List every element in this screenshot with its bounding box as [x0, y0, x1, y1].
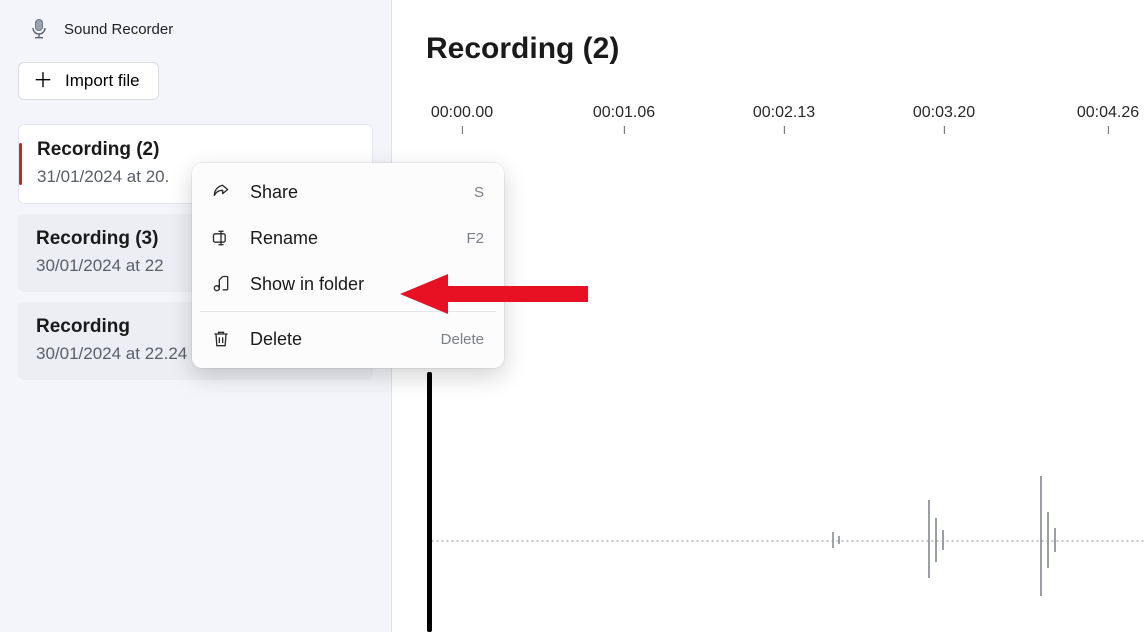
waveform-bar	[1047, 512, 1049, 568]
recording-name: Recording (2)	[37, 139, 354, 161]
import-file-button[interactable]: ＋ Import file	[18, 62, 159, 100]
recording-date: 31/01/2024 at 20.	[37, 167, 169, 187]
tick-mark-icon	[1108, 126, 1109, 134]
waveform-bar	[1054, 528, 1056, 552]
waveform-bar	[1040, 476, 1042, 596]
share-icon	[210, 181, 232, 203]
timeline-tick: 00:01.06	[593, 104, 655, 121]
context-menu-share[interactable]: Share S	[192, 169, 504, 215]
plus-icon: ＋	[33, 71, 53, 91]
microphone-icon	[30, 18, 48, 40]
app-header: Sound Recorder	[18, 18, 373, 40]
waveform-bar	[942, 530, 944, 550]
context-menu-label: Delete	[250, 329, 423, 350]
context-menu-label: Rename	[250, 228, 448, 249]
tick-mark-icon	[944, 126, 945, 134]
trash-icon	[210, 328, 232, 350]
recording-date: 30/01/2024 at 22	[36, 256, 164, 276]
timeline-tick: 00:04.26	[1077, 104, 1139, 121]
timeline-tick: 00:02.13	[753, 104, 815, 121]
waveform-bar	[838, 536, 840, 544]
main-panel: Recording (2) 00:00.00 00:01.06 00:02.13…	[392, 0, 1145, 632]
import-file-label: Import file	[65, 71, 140, 91]
waveform-baseline	[430, 540, 1145, 542]
context-menu-shortcut: S	[474, 184, 484, 201]
context-menu-label: Show in folder	[250, 274, 466, 295]
rename-icon	[210, 227, 232, 249]
playhead[interactable]	[427, 372, 432, 632]
app-title: Sound Recorder	[64, 21, 173, 38]
timeline-tick: 00:03.20	[913, 104, 975, 121]
tick-mark-icon	[784, 126, 785, 134]
folder-icon	[210, 273, 232, 295]
tick-mark-icon	[624, 126, 625, 134]
page-title: Recording (2)	[426, 32, 1145, 66]
context-menu-rename[interactable]: Rename F2	[192, 215, 504, 261]
context-menu-label: Share	[250, 182, 456, 203]
context-menu-separator	[200, 311, 496, 312]
timeline-tick: 00:00.00	[431, 104, 493, 121]
context-menu-show-in-folder[interactable]: Show in folder	[192, 261, 504, 307]
context-menu-delete[interactable]: Delete Delete	[192, 316, 504, 362]
waveform-bar	[832, 532, 834, 548]
waveform-bar	[935, 518, 937, 562]
context-menu-shortcut: F2	[466, 230, 484, 247]
timeline-ruler: 00:00.00 00:01.06 00:02.13 00:03.20 00:0…	[426, 104, 1145, 144]
context-menu: Share S Rename F2 Show in folder Delete …	[192, 163, 504, 368]
tick-mark-icon	[462, 126, 463, 134]
waveform-bar	[928, 500, 930, 578]
recording-date: 30/01/2024 at 22.24	[36, 344, 187, 364]
context-menu-shortcut: Delete	[441, 331, 484, 348]
